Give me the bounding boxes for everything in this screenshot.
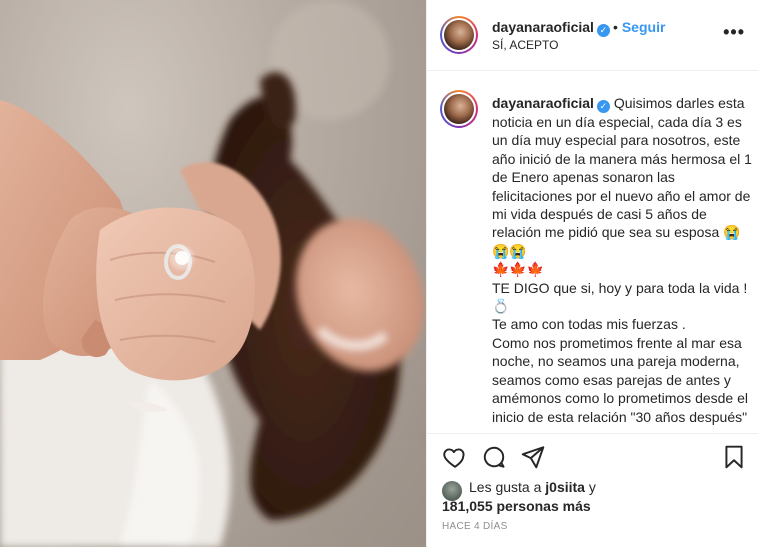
author-username[interactable]: dayanaraoficial bbox=[492, 19, 594, 35]
follow-button[interactable]: Seguir bbox=[622, 19, 666, 35]
more-options-icon[interactable]: ••• bbox=[723, 22, 745, 43]
liker-avatar[interactable] bbox=[442, 481, 462, 501]
post-side-panel: dayanaraoficial ✓ • Seguir SÍ, ACEPTO ••• d… bbox=[426, 0, 758, 547]
comments-section[interactable]: dayanaraoficial ✓ Quisimos darles esta no… bbox=[427, 72, 758, 434]
bookmark-icon[interactable] bbox=[721, 444, 747, 470]
post-header: dayanaraoficial ✓ • Seguir SÍ, ACEPTO ••• bbox=[427, 0, 758, 71]
likes-summary: Les gusta a j0siita y 181,055 personas m… bbox=[442, 478, 752, 516]
author-avatar[interactable] bbox=[440, 16, 478, 54]
engagement-photo-illustration bbox=[0, 0, 426, 547]
author-line: dayanaraoficial ✓ • Seguir bbox=[492, 19, 665, 37]
post-location[interactable]: SÍ, ACEPTO bbox=[492, 38, 558, 52]
action-bar bbox=[427, 436, 758, 478]
separator-dot: • bbox=[612, 19, 618, 35]
likes-connector: y bbox=[584, 479, 596, 495]
caption-author-avatar[interactable] bbox=[440, 90, 478, 128]
caption-username[interactable]: dayanaraoficial bbox=[492, 95, 594, 111]
comment-icon[interactable] bbox=[481, 444, 507, 470]
share-icon[interactable] bbox=[520, 444, 546, 470]
likes-prefix: Les gusta a bbox=[469, 479, 546, 495]
caption-text: Quisimos darles esta noticia en un día e… bbox=[492, 95, 752, 425]
liker-username[interactable]: j0siita bbox=[545, 479, 585, 495]
post-caption: dayanaraoficial ✓ Quisimos darles esta no… bbox=[492, 94, 754, 426]
likes-count[interactable]: 181,055 personas más bbox=[442, 498, 591, 514]
heart-icon[interactable] bbox=[442, 444, 468, 470]
caption-verified-badge-icon: ✓ bbox=[596, 100, 610, 113]
post-timestamp[interactable]: HACE 4 DÍAS bbox=[442, 521, 508, 532]
post-photo[interactable] bbox=[0, 0, 426, 547]
verified-badge-icon: ✓ bbox=[596, 24, 610, 37]
